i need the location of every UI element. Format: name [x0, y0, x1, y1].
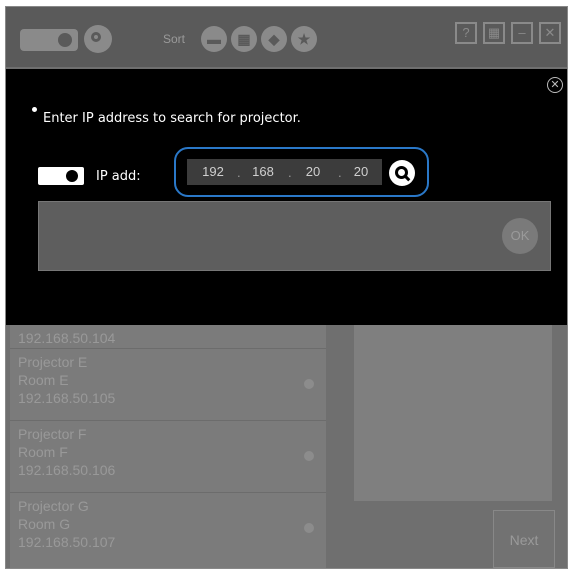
- list-item-ip: 192.168.50.106: [18, 462, 116, 478]
- projector-icon: [38, 167, 84, 185]
- ip-separator: .: [288, 165, 292, 180]
- list-item-name: Projector G: [18, 498, 89, 514]
- list-item-name: Projector E: [18, 354, 88, 370]
- status-dot-icon: [304, 379, 314, 389]
- list-item[interactable]: 192.168.50.104: [10, 325, 326, 349]
- search-results-box: OK: [38, 201, 551, 271]
- search-icon[interactable]: [84, 25, 112, 53]
- list-item[interactable]: Projector G Room G 192.168.50.107: [10, 493, 326, 568]
- help-button[interactable]: ?: [455, 22, 477, 44]
- ip-separator: .: [338, 165, 342, 180]
- bullet-icon: [32, 107, 37, 112]
- status-dot-icon: [304, 523, 314, 533]
- list-item-room: Room F: [18, 444, 68, 460]
- close-dialog-icon[interactable]: ✕: [547, 77, 563, 93]
- instruction-text: Enter IP address to search for projector…: [43, 111, 301, 126]
- list-item-room: Room G: [18, 516, 71, 532]
- ip-separator: .: [237, 165, 241, 180]
- sort-star-icon[interactable]: ★: [291, 26, 317, 52]
- projector-list: 192.168.50.104 Projector E Room E 192.16…: [10, 325, 326, 568]
- ok-button[interactable]: OK: [502, 218, 538, 254]
- sort-building-icon[interactable]: ▦: [231, 26, 257, 52]
- list-item-ip: 192.168.50.105: [18, 390, 116, 406]
- ip-octet-1-field[interactable]: 192: [193, 159, 233, 185]
- sort-label: Sort: [163, 32, 186, 46]
- list-item-name: Projector F: [18, 426, 87, 442]
- app-window: Sort ▬ ▦ ◆ ★ ? ▦ – ✕ 192.168.50.104 Proj…: [5, 6, 568, 569]
- ip-octet-3-field[interactable]: 20: [294, 159, 332, 185]
- sort-projector-icon[interactable]: ▬: [201, 26, 227, 52]
- list-item[interactable]: Projector F Room F 192.168.50.106: [10, 421, 326, 493]
- ip-address-label: IP add:: [96, 169, 141, 184]
- ip-octet-4-field[interactable]: 20: [344, 159, 378, 185]
- list-item[interactable]: Projector E Room E 192.168.50.105: [10, 349, 326, 421]
- projector-icon[interactable]: [20, 29, 78, 51]
- detail-panel: [354, 325, 552, 501]
- list-item-room: Room E: [18, 372, 69, 388]
- list-item-ip: 192.168.50.107: [18, 534, 116, 550]
- ip-octet-2-field[interactable]: 168: [243, 159, 283, 185]
- next-button[interactable]: Next: [493, 510, 555, 568]
- sort-shield-icon[interactable]: ◆: [261, 26, 287, 52]
- grid-view-button[interactable]: ▦: [483, 22, 505, 44]
- minimize-button[interactable]: –: [511, 22, 533, 44]
- close-window-button[interactable]: ✕: [539, 22, 561, 44]
- search-ip-button[interactable]: [389, 160, 415, 186]
- list-item-ip: 192.168.50.104: [18, 330, 116, 346]
- toolbar: Sort ▬ ▦ ◆ ★ ? ▦ – ✕: [6, 7, 567, 67]
- status-dot-icon: [304, 451, 314, 461]
- ip-search-dialog: ✕ Enter IP address to search for project…: [6, 69, 567, 325]
- ip-address-input: 192 . 168 . 20 . 20: [187, 159, 382, 185]
